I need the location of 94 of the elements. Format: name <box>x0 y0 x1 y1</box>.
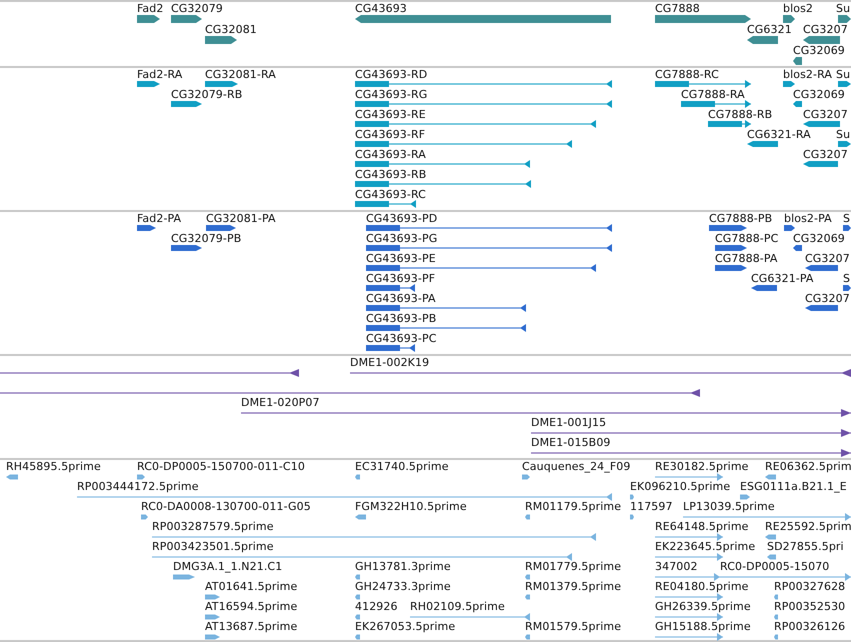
feature-label: CG43693-RC <box>355 188 426 202</box>
feature-label: RE64148.5prime <box>655 520 749 534</box>
feature-label: RE25592.5prim <box>765 520 851 534</box>
feature-label: DME1-001J15 <box>531 416 606 430</box>
feature-label: 117597 <box>630 500 673 514</box>
feature-label: CG6321 <box>747 23 792 37</box>
feature-label: EK096210.5prime <box>630 480 730 494</box>
feature-label: RE30182.5prime <box>655 460 749 474</box>
feature-label: blos2-PA <box>784 212 832 226</box>
feature-label: S <box>843 272 850 286</box>
feature-label: LP13039.5prime <box>683 500 775 514</box>
feature-label: CG7888-RC <box>655 68 719 82</box>
feature-label: 347002 <box>655 560 698 574</box>
feature-label: CG32081-PA <box>206 212 276 226</box>
feature-label: CG43693-PD <box>366 212 438 226</box>
feature-label: CG32079 <box>171 2 223 16</box>
feature-label: SD27855.5pri <box>767 540 844 554</box>
feature-label: CG6321-PA <box>751 272 814 286</box>
feature-label: CG7888-RB <box>708 108 772 122</box>
feature-label: CG6321-RA <box>747 128 811 142</box>
feature-label: Cauquenes_24_F09 <box>522 460 631 474</box>
feature-label: RM01779.5prime <box>525 560 622 574</box>
feature-label: CG32081 <box>205 23 257 37</box>
feature-label: RM01379.5prime <box>525 580 622 594</box>
feature-label: RP00352530 <box>774 600 846 614</box>
feature-label: CG43693-RB <box>355 168 426 182</box>
feature-label: 412926 <box>355 600 398 614</box>
feature-label: CG3207 <box>803 23 848 37</box>
feature-label: CG43693-RA <box>355 148 426 162</box>
feature-label: blos2 <box>783 2 813 16</box>
feature-label: CG7888-PB <box>709 212 772 226</box>
feature-label: Fad2-PA <box>137 212 182 226</box>
feature-label: CG32069 <box>793 88 845 102</box>
feature-label: ESG0111a.B21.1_E <box>740 480 847 494</box>
feature-label: DME1-020P07 <box>241 396 320 410</box>
feature-label: CG43693-PF <box>366 272 436 286</box>
feature-label: RP00327628 <box>774 580 846 594</box>
feature-label: Su <box>836 2 850 16</box>
feature-label: GH26339.5prime <box>655 600 751 614</box>
feature-label: DME1-015B09 <box>531 436 611 450</box>
feature-label: Su <box>836 68 850 82</box>
feature-label: CG43693-RG <box>355 88 428 102</box>
feature-label: S <box>843 212 850 226</box>
feature-label: CG7888-PA <box>715 252 778 266</box>
feature-label: RH45895.5prime <box>6 460 101 474</box>
feature-label: RC0-DP0005-15070 <box>720 560 830 574</box>
feature-label: DMG3A.1_1.N21.C1 <box>173 560 282 574</box>
feature-label: CG7888-RA <box>681 88 745 102</box>
feature-label: RC0-DP0005-150700-011-C10 <box>137 460 305 474</box>
feature-label: CG43693-PG <box>366 232 438 246</box>
feature-label: RP003287579.5prime <box>152 520 274 534</box>
feature-label: GH24733.3prime <box>355 580 451 594</box>
feature-label: CG3207 <box>803 148 848 162</box>
feature-label: RP003423501.5prime <box>152 540 274 554</box>
feature-label: CG43693-RF <box>355 128 426 142</box>
feature-label: RM01179.5prime <box>525 500 622 514</box>
feature-label: AT01641.5prime <box>205 580 298 594</box>
feature-label: CG43693 <box>355 2 407 16</box>
feature-label: CG3207 <box>803 108 848 122</box>
feature-label: RP00326126 <box>774 620 846 634</box>
feature-label: GH13781.3prime <box>355 560 451 574</box>
feature-label: Fad2 <box>137 2 164 16</box>
feature-label: EK223645.5prime <box>655 540 756 554</box>
feature-label: CG43693-RD <box>355 68 428 82</box>
feature-label: CG7888-PC <box>715 232 778 246</box>
feature-label: AT16594.5prime <box>205 600 298 614</box>
feature-label: FGM322H10.5prime <box>355 500 467 514</box>
feature-label: DME1-002K19 <box>350 356 430 370</box>
feature-label: Fad2-RA <box>137 68 182 82</box>
feature-label: CG43693-PC <box>366 332 436 346</box>
feature-label: EK267053.5prime <box>355 620 456 634</box>
feature-label: RE06362.5prim <box>765 460 851 474</box>
feature-label: CG32069 <box>793 232 845 246</box>
feature-label: CG32081-RA <box>205 68 276 82</box>
feature-label: CG43693-RE <box>355 108 426 122</box>
feature-label: CG3207 <box>805 292 850 306</box>
feature-label: RE04180.5prime <box>655 580 749 594</box>
feature-label: AT13687.5prime <box>205 620 298 634</box>
feature-label: EC31740.5prime <box>355 460 449 474</box>
feature-label: RC0-DA0008-130700-011-G05 <box>141 500 311 514</box>
feature-label: RP003444172.5prime <box>77 480 199 494</box>
feature-label: CG43693-PB <box>366 312 436 326</box>
feature-label: CG7888 <box>655 2 700 16</box>
feature-label: Su <box>836 128 850 142</box>
feature-label: CG32079-RB <box>171 88 242 102</box>
feature-label: RM01579.5prime <box>525 620 622 634</box>
feature-label: CG43693-PE <box>366 252 436 266</box>
feature-label: RH02109.5prime <box>410 600 505 614</box>
feature-label: CG32079-PB <box>171 232 242 246</box>
feature-label: CG3207 <box>805 252 850 266</box>
feature-label: blos2-RA <box>783 68 832 82</box>
feature-label: CG43693-PA <box>366 292 436 306</box>
feature-label: GH15188.5prime <box>655 620 751 634</box>
feature-label: CG32069 <box>793 44 845 58</box>
